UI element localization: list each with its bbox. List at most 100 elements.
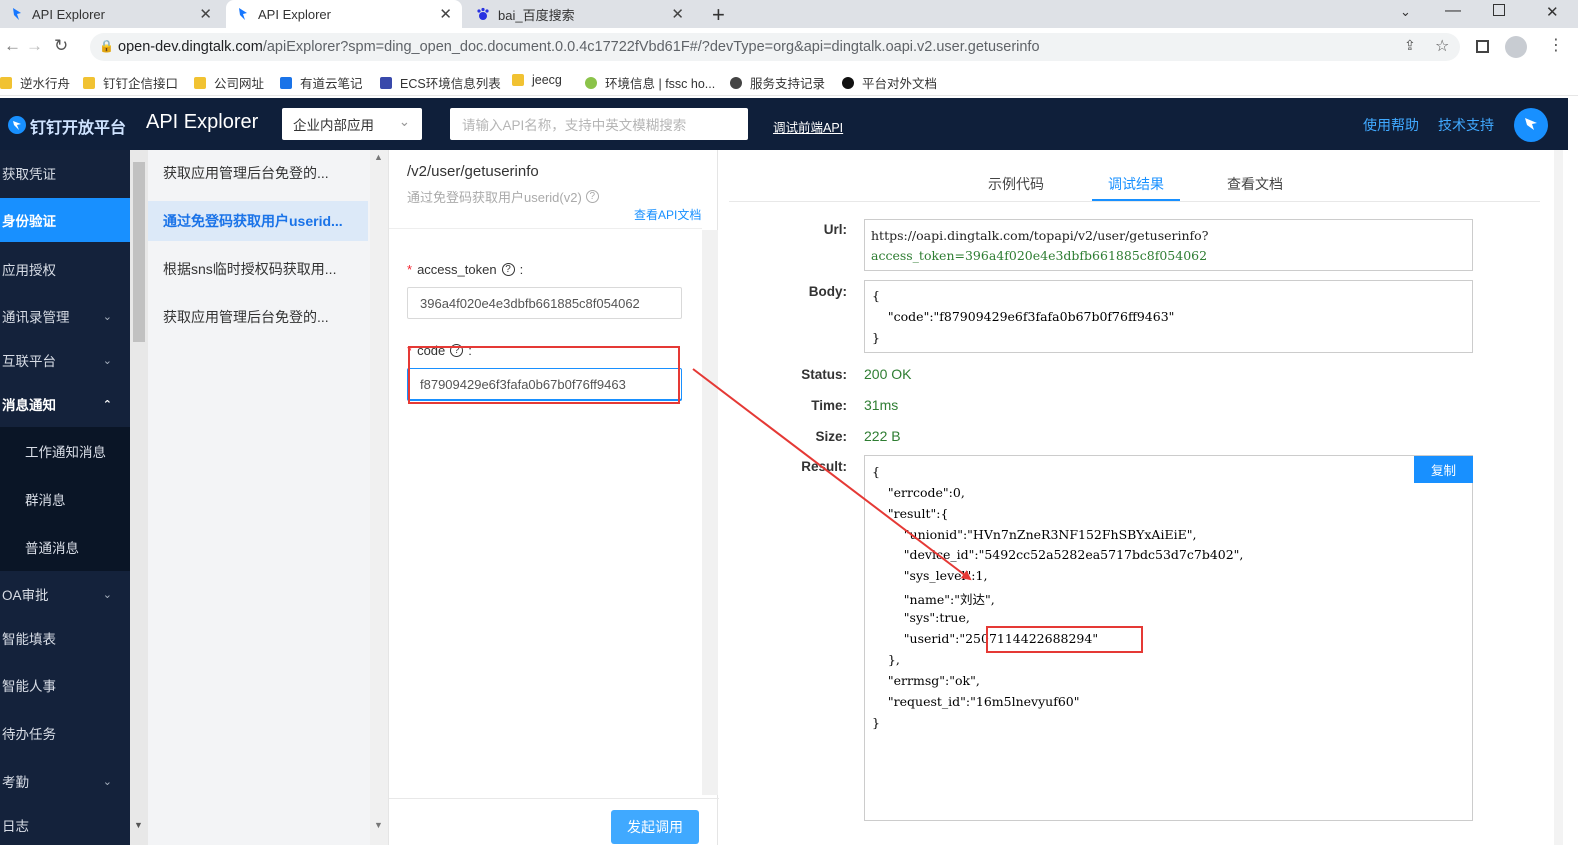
app-header: 钉钉开放平台 API Explorer 企业内部应用 ⌄ 请输入API名称，支持…	[0, 98, 1568, 150]
restore-icon[interactable]	[1493, 4, 1505, 16]
page-scrollbar[interactable]	[1554, 150, 1563, 845]
tab-sample-code[interactable]: 示例代码	[988, 174, 1044, 194]
scroll-up-arrow-icon[interactable]: ▲	[374, 152, 383, 162]
invoke-api-button[interactable]: 发起调用	[611, 810, 699, 844]
help-circle-icon[interactable]: ?	[501, 263, 515, 276]
api-list-item[interactable]: 获取应用管理后台免登的...	[148, 153, 368, 193]
bookmark-label: 服务支持记录	[750, 77, 826, 91]
browser-tab[interactable]: bai_百度搜索 ✕	[466, 0, 694, 28]
bookmark-item[interactable]: 平台对外文档	[842, 73, 937, 92]
status-value: 200 OK	[864, 366, 912, 382]
sidebar-subitem-group-message[interactable]: 群消息	[0, 475, 130, 523]
close-window-icon[interactable]: ✕	[1546, 3, 1559, 21]
required-mark: *	[407, 262, 413, 277]
bookmark-item[interactable]: 服务支持记录	[730, 73, 825, 92]
close-tab-icon[interactable]: ✕	[439, 5, 452, 23]
result-pane: 示例代码 调试结果 查看文档 Url: https://oapi.dingtal…	[719, 150, 1563, 845]
sidebar-item-contacts[interactable]: 通讯录管理 ⌄	[0, 293, 130, 339]
url-line: access_token=396a4f020e4e3dbfb661885c8f0…	[871, 248, 1208, 263]
sidebar-item-label: 互联平台	[2, 354, 56, 369]
api-search-input[interactable]: 请输入API名称，支持中英文模糊搜索	[450, 108, 748, 140]
size-value: 222 B	[864, 428, 901, 444]
api-list-item[interactable]: 根据sns临时授权码获取用...	[148, 249, 368, 289]
sidebar-item-credentials[interactable]: 获取凭证	[0, 150, 130, 196]
list-scrollbar[interactable]: ▼	[130, 150, 148, 845]
app-type-select[interactable]: 企业内部应用 ⌄	[282, 108, 422, 140]
copy-button[interactable]: 复制	[1414, 456, 1473, 483]
scrollbar-thumb[interactable]	[133, 162, 145, 342]
bookmark-item[interactable]: 环境信息 | fssc ho...	[585, 73, 715, 92]
sidebar-item-label: 获取凭证	[2, 167, 56, 182]
back-icon[interactable]: ←	[4, 36, 21, 56]
close-tab-icon[interactable]: ✕	[671, 5, 684, 23]
api-description-text: 通过免登码获取用户userid(v2)	[407, 190, 582, 205]
sidebar-item-attendance[interactable]: 考勤 ⌄	[0, 758, 130, 804]
tab-view-doc[interactable]: 查看文档	[1227, 174, 1283, 194]
access-token-input[interactable]: 396a4f020e4e3dbfb661885c8f054062	[407, 287, 682, 319]
browser-tab-title: API Explorer	[32, 6, 105, 22]
sidebar-item-label: 考勤	[2, 775, 29, 790]
reload-icon[interactable]: ↻	[54, 36, 68, 56]
sidebar-item-log[interactable]: 日志	[0, 802, 130, 848]
sidebar-item-todo[interactable]: 待办任务	[0, 710, 130, 756]
json-line: "request_id":"16m5lnevyuf60"	[872, 694, 1080, 709]
json-line: },	[872, 652, 900, 667]
help-circle-icon[interactable]: ?	[585, 190, 599, 203]
bookmark-item[interactable]: 公司网址	[194, 73, 264, 92]
dingtalk-favicon-icon	[236, 7, 250, 21]
star-icon[interactable]: ☆	[1435, 36, 1449, 56]
dingtalk-logo[interactable]: 钉钉开放平台	[8, 114, 126, 138]
scroll-down-arrow-icon[interactable]: ▼	[374, 820, 383, 830]
api-list-item-label: 通过免登码获取用户userid...	[163, 213, 343, 229]
sidebar-item-app-authorization[interactable]: 应用授权	[0, 246, 130, 292]
json-line: "errmsg":"ok",	[872, 673, 980, 688]
browser-tab[interactable]: API Explorer ✕	[0, 0, 222, 28]
bookmark-label: 公司网址	[214, 77, 265, 91]
list-right-scrollbar[interactable]: ▲ ▼	[370, 150, 388, 845]
tab-debug-result[interactable]: 调试结果	[1108, 174, 1164, 194]
dingtalk-bird-icon	[1522, 115, 1540, 136]
menu-kebab-icon[interactable]: ⋮	[1548, 35, 1564, 55]
browser-tab-title: bai_百度搜索	[498, 7, 575, 23]
url-label: Url:	[823, 222, 847, 237]
params-scrollbar[interactable]	[702, 230, 718, 795]
forward-icon[interactable]: →	[26, 36, 43, 56]
support-link[interactable]: 技术支持	[1438, 115, 1494, 135]
profile-avatar-icon[interactable]	[1505, 36, 1527, 58]
sidebar-item-oa-approval[interactable]: OA审批 ⌄	[0, 571, 130, 617]
api-path: /v2/user/getuserinfo	[407, 163, 539, 180]
api-list-item-active[interactable]: 通过免登码获取用户userid...	[148, 201, 368, 241]
bookmark-item[interactable]: 钉钉企信接口	[83, 73, 178, 92]
avatar[interactable]	[1514, 108, 1548, 142]
view-api-doc-link[interactable]: 查看API文档	[634, 206, 701, 223]
url-field[interactable]: 🔒 open-dev.dingtalk.com/apiExplorer?spm=…	[90, 33, 1460, 61]
sidebar-item-smart-form[interactable]: 智能填表	[0, 615, 130, 661]
chevron-down-icon[interactable]: ⌄	[1400, 4, 1411, 20]
sidebar-item-interconnect[interactable]: 互联平台 ⌄	[0, 337, 130, 383]
annotation-highlight-box	[408, 346, 680, 404]
debug-frontend-api-link[interactable]: 调试前端API	[773, 117, 843, 136]
help-link[interactable]: 使用帮助	[1363, 115, 1419, 135]
sidebar-item-auth[interactable]: 身份验证	[0, 198, 130, 242]
minimize-icon[interactable]: —	[1445, 2, 1461, 20]
bookmark-item[interactable]: jeecg	[512, 73, 562, 87]
sidebar-subitem-work-notice[interactable]: 工作通知消息	[0, 427, 130, 475]
sidebar-subitem-normal-message[interactable]: 普通消息	[0, 523, 130, 571]
side-panel-icon[interactable]	[1476, 40, 1489, 53]
bookmark-item[interactable]: 逆水行舟	[0, 73, 70, 92]
json-line: {	[872, 464, 880, 479]
api-list-item[interactable]: 获取应用管理后台免登的...	[148, 297, 368, 337]
plus-icon[interactable]: +	[712, 2, 725, 28]
sidebar-item-messages[interactable]: 消息通知 ⌃	[0, 381, 130, 427]
close-tab-icon[interactable]: ✕	[199, 5, 212, 23]
sidebar-item-smart-hr[interactable]: 智能人事	[0, 662, 130, 708]
globe-icon	[730, 76, 742, 89]
bookmark-item[interactable]: 有道云笔记	[280, 73, 363, 92]
share-icon[interactable]: ⇪	[1404, 37, 1416, 54]
api-description: 通过免登码获取用户userid(v2) ?	[407, 187, 599, 206]
bookmark-item[interactable]: ECS环境信息列表	[380, 73, 501, 92]
browser-tab-active[interactable]: API Explorer ✕	[226, 0, 462, 28]
body-line: {	[872, 288, 880, 303]
json-line: "unionid":"HVn7nZneR3NF152FhSBYxAiEiE",	[872, 527, 1197, 542]
scroll-down-arrow-icon[interactable]: ▼	[134, 820, 143, 830]
